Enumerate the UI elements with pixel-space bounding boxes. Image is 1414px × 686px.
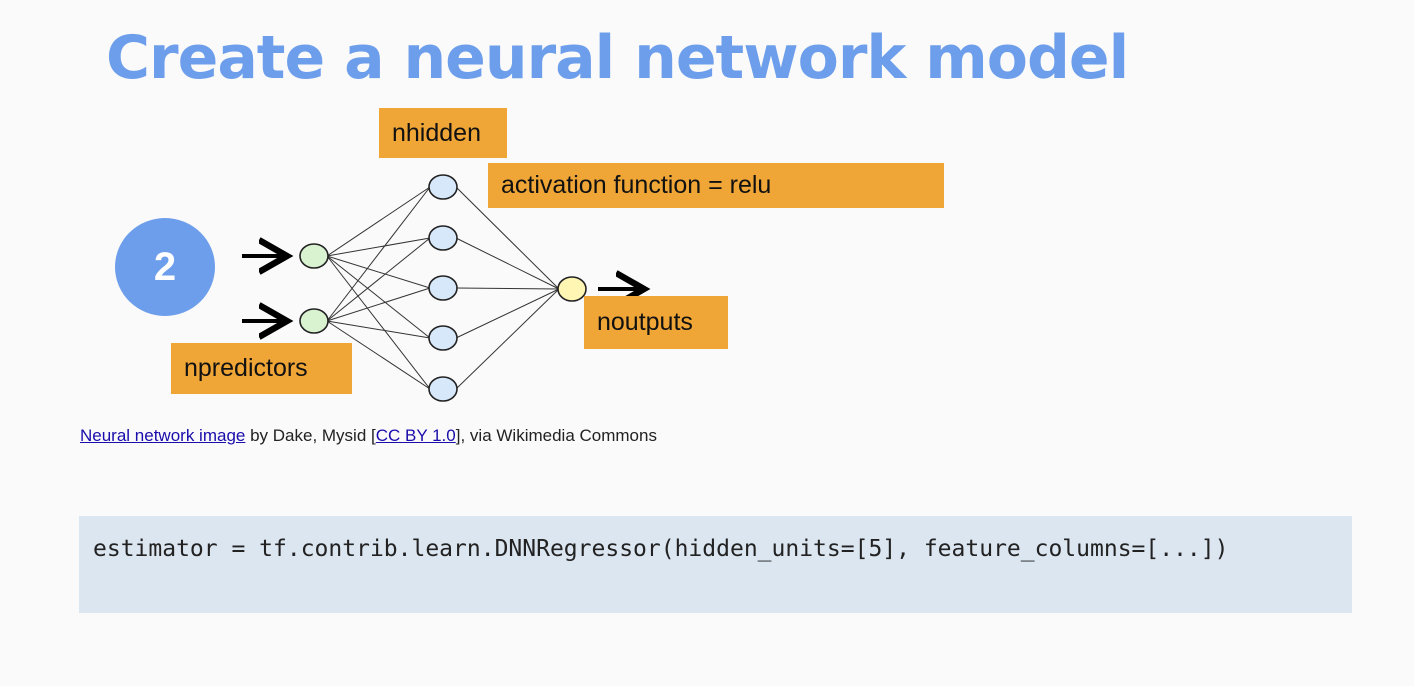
image-attribution: Neural network image by Dake, Mysid [CC … xyxy=(80,426,657,446)
edge-l0-1-0 xyxy=(326,186,431,322)
attribution-source: ], via Wikimedia Commons xyxy=(455,426,657,445)
npredictors-label: npredictors xyxy=(171,343,352,394)
edge-l1-2-0 xyxy=(455,287,560,290)
cc-by-license-link[interactable]: CC BY 1.0 xyxy=(376,426,456,445)
edge-l0-0-3 xyxy=(326,255,431,339)
edge-l0-1-3 xyxy=(326,320,431,339)
code-block: estimator = tf.contrib.learn.DNNRegresso… xyxy=(79,516,1352,613)
attribution-authors: by Dake, Mysid [ xyxy=(245,426,376,445)
neural-network-image-link[interactable]: Neural network image xyxy=(80,426,245,445)
edge-l0-0-0 xyxy=(326,186,431,257)
noutputs-label: noutputs xyxy=(584,296,728,349)
hidden-node-2 xyxy=(428,225,458,251)
step-number-badge: 2 xyxy=(115,218,215,316)
hidden-node-1 xyxy=(428,174,458,200)
edge-l0-1-1 xyxy=(326,237,431,322)
activation-function-label: activation function = relu xyxy=(488,163,944,208)
code-snippet: estimator = tf.contrib.learn.DNNRegresso… xyxy=(93,536,1229,562)
nhidden-label: nhidden xyxy=(379,108,507,158)
hidden-node-5 xyxy=(428,376,458,402)
edge-l1-1-0 xyxy=(455,237,560,290)
edge-l1-4-0 xyxy=(455,288,560,390)
output-node-1 xyxy=(557,276,587,302)
hidden-node-4 xyxy=(428,325,458,351)
edge-l0-0-2 xyxy=(326,255,431,289)
slide: Create a neural network model 2 nhidden … xyxy=(0,0,1414,686)
input-node-1 xyxy=(299,243,329,269)
edge-l1-3-0 xyxy=(455,288,560,339)
edge-l0-1-2 xyxy=(326,287,431,322)
input-node-2 xyxy=(299,308,329,334)
hidden-node-3 xyxy=(428,275,458,301)
